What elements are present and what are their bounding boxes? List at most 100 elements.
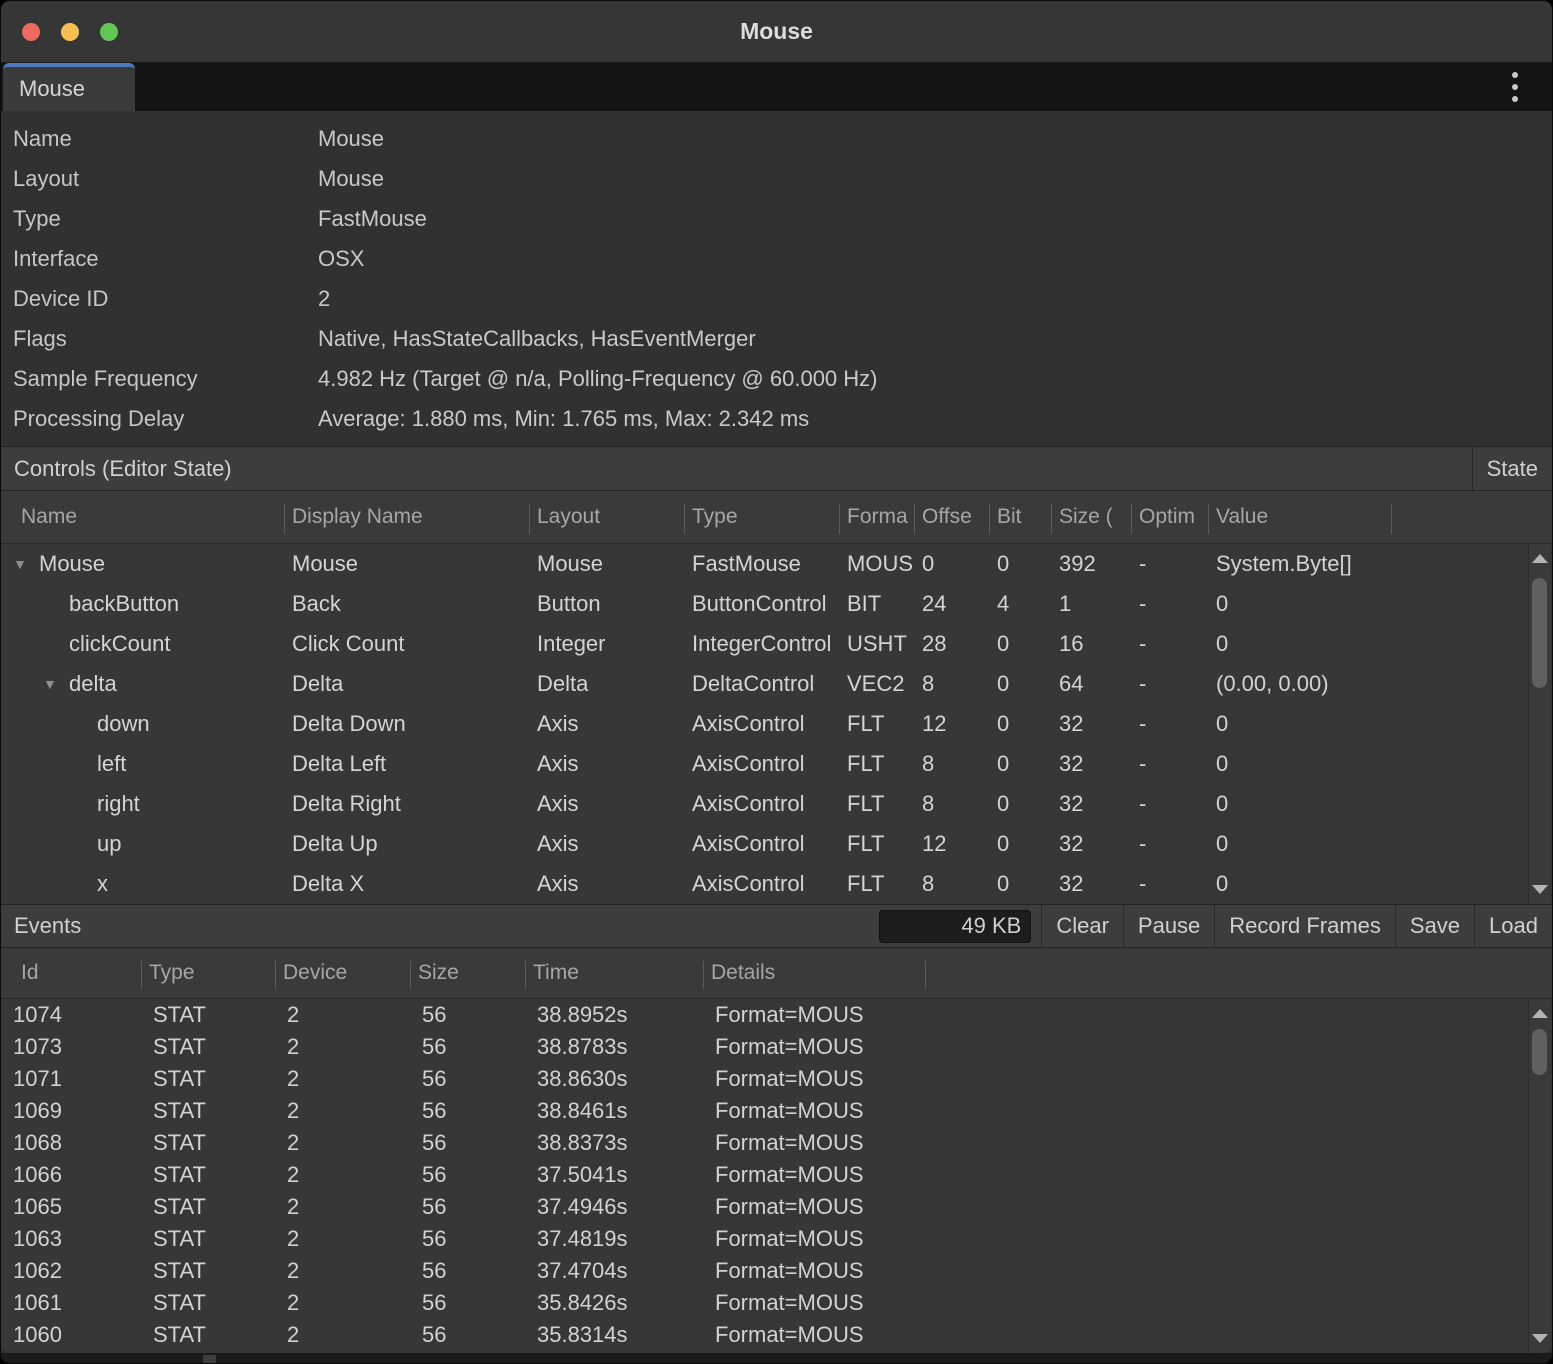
scroll-up-arrow-icon[interactable] [1532, 554, 1548, 563]
table-row[interactable]: ▼ down Delta Down Axis AxisControl FLT 1… [1, 704, 1552, 744]
table-row[interactable]: 1062 STAT 2 56 37.4704s Format=MOUS [1, 1255, 1552, 1287]
table-row[interactable]: 1065 STAT 2 56 37.4946s Format=MOUS [1, 1191, 1552, 1223]
table-row[interactable]: ▼ x Delta X Axis AxisControl FLT 8 0 32 … [1, 864, 1552, 904]
scroll-down-arrow-icon[interactable] [1532, 1334, 1548, 1343]
event-device: 2 [275, 1258, 410, 1284]
control-bit: 0 [989, 791, 1051, 817]
scrollbar-thumb[interactable] [1532, 1029, 1547, 1075]
event-id: 1060 [1, 1322, 141, 1348]
column-header-optimized[interactable]: Optim [1131, 491, 1208, 543]
table-row[interactable]: ▼ left Delta Left Axis AxisControl FLT 8… [1, 744, 1552, 784]
column-header-size[interactable]: Size ( [1051, 491, 1131, 543]
save-button[interactable]: Save [1395, 905, 1474, 947]
control-size: 32 [1051, 871, 1131, 897]
control-size: 32 [1051, 831, 1131, 857]
control-bit: 0 [989, 871, 1051, 897]
column-header-offset[interactable]: Offse [914, 491, 989, 543]
column-header-id[interactable]: Id [1, 948, 141, 998]
table-row[interactable]: 1074 STAT 2 56 38.8952s Format=MOUS [1, 999, 1552, 1031]
event-id: 1063 [1, 1226, 141, 1252]
event-device: 2 [275, 1002, 410, 1028]
clear-button[interactable]: Clear [1041, 905, 1123, 947]
table-row[interactable]: 1066 STAT 2 56 37.5041s Format=MOUS [1, 1159, 1552, 1191]
load-button[interactable]: Load [1474, 905, 1552, 947]
event-size: 56 [410, 1322, 525, 1348]
info-value: Average: 1.880 ms, Min: 1.765 ms, Max: 2… [306, 406, 1552, 432]
event-time: 37.4946s [525, 1194, 703, 1220]
control-name: clickCount [69, 631, 170, 657]
scroll-down-arrow-icon[interactable] [1532, 885, 1548, 894]
control-format: FLT [839, 831, 914, 857]
control-name: up [97, 831, 121, 857]
scrollbar-thumb[interactable] [1532, 578, 1547, 688]
event-time: 35.8314s [525, 1322, 703, 1348]
table-row[interactable]: 1060 STAT 2 56 35.8314s Format=MOUS [1, 1319, 1552, 1351]
table-row[interactable]: 1063 STAT 2 56 37.4819s Format=MOUS [1, 1223, 1552, 1255]
table-row[interactable]: 1061 STAT 2 56 35.8426s Format=MOUS [1, 1287, 1552, 1319]
controls-vertical-scrollbar[interactable] [1528, 544, 1550, 904]
table-row[interactable]: ▼ Mouse Mouse Mouse FastMouse MOUS 0 0 3… [1, 544, 1552, 584]
event-type: STAT [141, 1098, 275, 1124]
bottom-scroll-strip[interactable] [1, 1353, 1552, 1364]
control-value: System.Byte[] [1208, 551, 1391, 577]
event-id: 1061 [1, 1290, 141, 1316]
column-header-layout[interactable]: Layout [529, 491, 684, 543]
table-row[interactable]: 1073 STAT 2 56 38.8783s Format=MOUS [1, 1031, 1552, 1063]
table-row[interactable]: ▼ backButton Back Button ButtonControl B… [1, 584, 1552, 624]
control-optimized: - [1131, 751, 1208, 777]
zoom-window-icon[interactable] [100, 23, 118, 41]
table-row[interactable]: ▼ delta Delta Delta DeltaControl VEC2 8 … [1, 664, 1552, 704]
record-frames-button[interactable]: Record Frames [1214, 905, 1395, 947]
table-row[interactable]: 1071 STAT 2 56 38.8630s Format=MOUS [1, 1063, 1552, 1095]
event-buffer-size-field[interactable]: 49 KB [879, 910, 1031, 943]
scroll-up-arrow-icon[interactable] [1532, 1009, 1548, 1018]
column-header-time[interactable]: Time [525, 948, 703, 998]
controls-table: ▼ Mouse Mouse Mouse FastMouse MOUS 0 0 3… [1, 544, 1552, 904]
event-size: 56 [410, 1226, 525, 1252]
table-row[interactable]: 1069 STAT 2 56 38.8461s Format=MOUS [1, 1095, 1552, 1127]
control-bit: 0 [989, 831, 1051, 857]
column-header-bit[interactable]: Bit [989, 491, 1051, 543]
control-type: AxisControl [684, 871, 839, 897]
title-bar[interactable]: Mouse [1, 1, 1552, 63]
control-display-name: Delta Left [284, 751, 529, 777]
column-header-details[interactable]: Details [703, 948, 925, 998]
control-optimized: - [1131, 591, 1208, 617]
events-vertical-scrollbar[interactable] [1528, 999, 1550, 1353]
control-offset: 8 [914, 671, 989, 697]
expand-triangle-icon[interactable]: ▼ [43, 676, 69, 692]
kebab-menu-icon[interactable] [1508, 68, 1522, 106]
control-size: 32 [1051, 711, 1131, 737]
close-window-icon[interactable] [22, 23, 40, 41]
table-row[interactable]: ▼ up Delta Up Axis AxisControl FLT 12 0 … [1, 824, 1552, 864]
pause-button[interactable]: Pause [1123, 905, 1214, 947]
tab-label: Mouse [19, 76, 85, 102]
column-header-type[interactable]: Type [684, 491, 839, 543]
event-id: 1065 [1, 1194, 141, 1220]
table-row[interactable]: 1068 STAT 2 56 38.8373s Format=MOUS [1, 1127, 1552, 1159]
event-type: STAT [141, 1258, 275, 1284]
control-layout: Integer [529, 631, 684, 657]
table-row[interactable]: ▼ right Delta Right Axis AxisControl FLT… [1, 784, 1552, 824]
column-header-size[interactable]: Size [410, 948, 525, 998]
column-header-value[interactable]: Value [1208, 491, 1391, 543]
column-header-format[interactable]: Forma [839, 491, 914, 543]
control-name: right [97, 791, 140, 817]
column-header-name[interactable]: Name [1, 491, 284, 543]
tab-mouse[interactable]: Mouse [3, 63, 135, 111]
control-offset: 8 [914, 791, 989, 817]
control-name-cell: ▼ right [1, 791, 284, 817]
events-column-header: Id Type Device Size Time Details [1, 948, 1552, 999]
state-button[interactable]: State [1472, 447, 1552, 490]
info-value: Mouse [306, 126, 1552, 152]
device-info-panel: Name Mouse Layout Mouse Type FastMouse I… [1, 111, 1552, 446]
column-header-display-name[interactable]: Display Name [284, 491, 529, 543]
event-time: 38.8630s [525, 1066, 703, 1092]
event-id: 1074 [1, 1002, 141, 1028]
column-header-type[interactable]: Type [141, 948, 275, 998]
column-header-device[interactable]: Device [275, 948, 410, 998]
expand-triangle-icon[interactable]: ▼ [13, 556, 39, 572]
minimize-window-icon[interactable] [61, 23, 79, 41]
info-value: Native, HasStateCallbacks, HasEventMerge… [306, 326, 1552, 352]
table-row[interactable]: ▼ clickCount Click Count Integer Integer… [1, 624, 1552, 664]
